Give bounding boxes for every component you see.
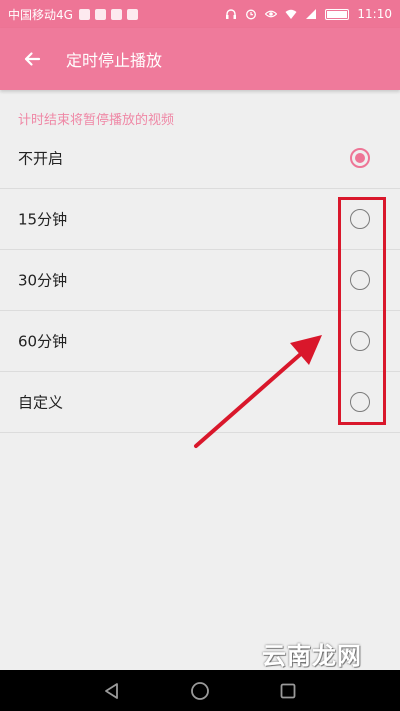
option-label: 不开启 <box>18 149 64 168</box>
wifi-icon <box>285 9 297 19</box>
nav-recents-button[interactable] <box>276 679 300 703</box>
battery-icon <box>325 8 350 20</box>
notification-icon <box>94 8 106 20</box>
watermark-text: 云南龙网 <box>262 642 362 670</box>
carrier-text: 中国移动4G <box>8 7 73 22</box>
notification-icon <box>110 8 122 20</box>
radio-unselected-icon[interactable] <box>350 270 370 290</box>
status-bar: 中国移动4G 11:10 <box>0 0 400 28</box>
option-off[interactable]: 不开启 <box>0 128 400 189</box>
radio-unselected-icon[interactable] <box>350 209 370 229</box>
option-30-min[interactable]: 30分钟 <box>0 250 400 311</box>
eye-icon <box>265 10 278 18</box>
nav-back-button[interactable] <box>100 679 124 703</box>
option-label: 30分钟 <box>18 271 68 290</box>
option-list: 不开启 15分钟 30分钟 60分钟 自定义 <box>0 128 400 433</box>
nav-home-button[interactable] <box>188 679 212 703</box>
option-label: 60分钟 <box>18 332 68 351</box>
status-time: 11:10 <box>357 7 392 21</box>
option-15-min[interactable]: 15分钟 <box>0 189 400 250</box>
back-triangle-icon <box>105 682 118 699</box>
signal-icon <box>306 9 317 19</box>
home-circle-icon <box>191 681 209 700</box>
option-60-min[interactable]: 60分钟 <box>0 311 400 372</box>
back-button[interactable] <box>12 39 52 79</box>
radio-selected-icon[interactable] <box>350 148 370 168</box>
radio-unselected-icon[interactable] <box>350 331 370 351</box>
headphones-icon <box>226 9 237 19</box>
alarm-icon <box>246 9 257 20</box>
radio-unselected-icon[interactable] <box>350 392 370 412</box>
option-label: 15分钟 <box>18 210 68 229</box>
recents-square-icon <box>280 683 296 698</box>
notification-icon <box>78 8 90 20</box>
arrow-left-icon <box>24 52 41 66</box>
section-header: 计时结束将暂停播放的视频 <box>18 113 175 128</box>
page-title: 定时停止播放 <box>66 51 163 70</box>
navigation-bar <box>0 670 400 711</box>
option-label: 自定义 <box>18 393 64 412</box>
notification-icon <box>126 8 138 20</box>
option-custom[interactable]: 自定义 <box>0 372 400 433</box>
app-bar: 定时停止播放 <box>0 28 400 90</box>
